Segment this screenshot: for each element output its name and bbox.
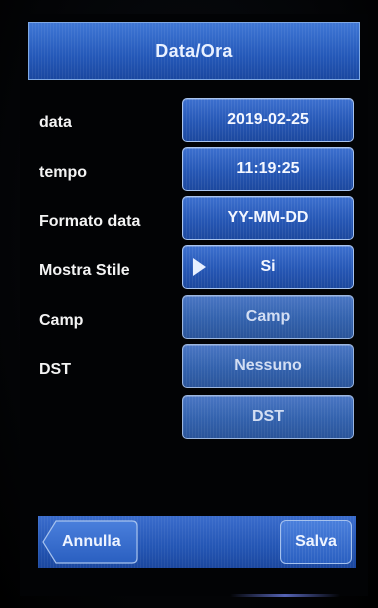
date-format-button[interactable]: YY-MM-DD [182,196,354,240]
label-dst: DST [39,361,71,378]
cancel-button[interactable]: Annulla [42,520,138,564]
time-value-button[interactable]: 11:19:25 [182,147,354,191]
play-arrow-icon [193,258,206,276]
label-formato-data: Formato data [39,213,141,230]
cancel-label: Annulla [62,533,121,550]
label-mostra-stile: Mostra Stile [39,262,130,279]
page-title: Data/Ora [28,22,360,80]
save-button[interactable]: Salva [280,520,352,564]
label-camp: Camp [39,312,84,329]
date-value-button[interactable]: 2019-02-25 [182,98,354,142]
show-style-button[interactable]: Si [182,245,354,289]
footer-bar: Annulla Salva [38,516,356,568]
show-style-value: Si [260,258,276,275]
screen-glare [230,594,340,597]
camp-button[interactable]: Camp [182,295,354,339]
label-tempo: tempo [39,164,87,181]
label-data: data [39,114,72,131]
dst-settings-button[interactable]: DST [182,395,354,439]
screen: Data/Ora data 2019-02-25 tempo 11:19:25 … [20,14,368,597]
device-bezel: Data/Ora data 2019-02-25 tempo 11:19:25 … [0,0,378,608]
dst-mode-button[interactable]: Nessuno [182,344,354,388]
